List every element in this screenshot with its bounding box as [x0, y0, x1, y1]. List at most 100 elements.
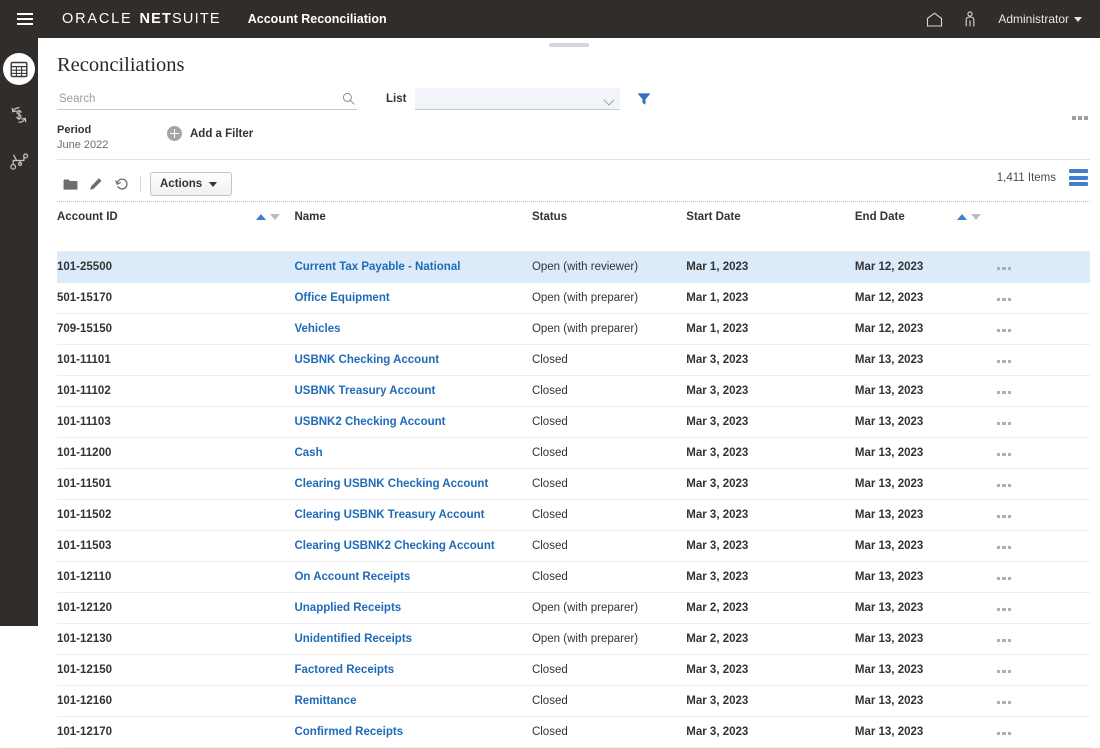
table-row[interactable]: 501-15170Office EquipmentOpen (with prep… — [57, 283, 1090, 314]
rail-item-currency-revaluation[interactable] — [0, 92, 38, 138]
table-row[interactable]: 101-12110On Account ReceiptsClosedMar 3,… — [57, 562, 1090, 593]
folder-icon[interactable] — [57, 172, 83, 196]
filter-facets-row: Period June 2022 Add a Filter — [38, 110, 1100, 159]
hamburger-menu-icon[interactable] — [6, 0, 44, 38]
rail-item-reconciliations[interactable] — [0, 46, 38, 92]
cell-account-id: 709-15150 — [57, 314, 294, 345]
row-more-horizontal-icon[interactable] — [995, 670, 1012, 674]
sort-descending-icon[interactable] — [270, 214, 280, 220]
filter-funnel-icon[interactable] — [637, 92, 651, 106]
column-header-start-date[interactable]: Start Date — [686, 202, 855, 232]
row-more-horizontal-icon[interactable] — [995, 360, 1012, 364]
reconciliation-name-link[interactable]: Current Tax Payable - National — [294, 261, 460, 273]
table-row[interactable]: 101-11101USBNK Checking AccountClosedMar… — [57, 345, 1090, 376]
reconciliation-name-link[interactable]: On Account Receipts — [294, 571, 410, 583]
row-more-horizontal-icon[interactable] — [995, 608, 1012, 612]
column-header-end-date[interactable]: End Date — [855, 202, 995, 232]
column-header-status[interactable]: Status — [532, 202, 686, 232]
cell-name: Vehicles — [294, 314, 531, 345]
reconciliation-name-link[interactable]: Vehicles — [294, 323, 340, 335]
pencil-edit-icon[interactable] — [83, 172, 109, 196]
reconciliation-name-link[interactable]: Factored Receipts — [294, 664, 394, 676]
filter-overflow-menu-icon[interactable] — [1072, 116, 1088, 120]
reconciliation-name-link[interactable]: USBNK Checking Account — [294, 354, 439, 366]
table-row[interactable]: 101-12170Confirmed ReceiptsClosedMar 3, … — [57, 717, 1090, 748]
cell-name: On Account Receipts — [294, 562, 531, 593]
list-view-icon[interactable] — [1069, 169, 1088, 186]
cell-row-menu — [995, 624, 1090, 655]
row-more-horizontal-icon[interactable] — [995, 546, 1012, 550]
add-filter-button[interactable]: Add a Filter — [167, 126, 253, 141]
row-more-horizontal-icon[interactable] — [995, 515, 1012, 519]
cell-account-id: 101-12110 — [57, 562, 294, 593]
search-input[interactable] — [57, 89, 357, 110]
reconciliation-name-link[interactable]: USBNK Treasury Account — [294, 385, 435, 397]
sort-ascending-icon[interactable] — [256, 214, 266, 220]
reconciliation-name-link[interactable]: Office Equipment — [294, 292, 389, 304]
cell-start-date: Mar 3, 2023 — [686, 345, 855, 376]
cell-name: Factored Receipts — [294, 655, 531, 686]
reconciliation-name-link[interactable]: Remittance — [294, 695, 356, 707]
row-more-horizontal-icon[interactable] — [995, 391, 1012, 395]
table-row[interactable]: 101-11103USBNK2 Checking AccountClosedMa… — [57, 407, 1090, 438]
cell-end-date: Mar 12, 2023 — [855, 314, 995, 345]
table-row[interactable]: 101-25500Current Tax Payable - NationalO… — [57, 252, 1090, 283]
column-header-account-id[interactable]: Account ID — [57, 202, 294, 232]
row-more-horizontal-icon[interactable] — [995, 701, 1012, 705]
reconciliation-name-link[interactable]: Unidentified Receipts — [294, 633, 412, 645]
cell-end-date: Mar 12, 2023 — [855, 252, 995, 283]
row-more-horizontal-icon[interactable] — [995, 639, 1012, 643]
cell-account-id: 101-12170 — [57, 717, 294, 748]
column-header-row-menu — [995, 202, 1090, 232]
table-row[interactable]: 101-12160RemittanceClosedMar 3, 2023Mar … — [57, 686, 1090, 717]
column-header-name[interactable]: Name — [294, 202, 531, 232]
table-row[interactable]: 101-11102USBNK Treasury AccountClosedMar… — [57, 376, 1090, 407]
table-row[interactable]: 101-11502Clearing USBNK Treasury Account… — [57, 500, 1090, 531]
table-row[interactable]: 101-11200CashClosedMar 3, 2023Mar 13, 20… — [57, 438, 1090, 469]
table-row[interactable]: 709-15150VehiclesOpen (with preparer)Mar… — [57, 314, 1090, 345]
row-more-horizontal-icon[interactable] — [995, 298, 1012, 302]
cell-row-menu — [995, 500, 1090, 531]
cell-account-id: 101-25500 — [57, 252, 294, 283]
refresh-undo-icon[interactable] — [109, 172, 135, 196]
table-row[interactable]: 101-11503Clearing USBNK2 Checking Accoun… — [57, 531, 1090, 562]
sort-descending-icon[interactable] — [971, 214, 981, 220]
toolbar-right-group: 1,411 Items — [997, 169, 1088, 186]
reconciliation-name-link[interactable]: Unapplied Receipts — [294, 602, 401, 614]
table-row[interactable]: 101-12150Factored ReceiptsClosedMar 3, 2… — [57, 655, 1090, 686]
cell-name: Confirmed Receipts — [294, 717, 531, 748]
cell-account-id: 101-12130 — [57, 624, 294, 655]
rail-item-balance-reconciliation[interactable] — [0, 138, 38, 184]
brand-net-text: NET — [139, 11, 172, 27]
facet-period[interactable]: Period June 2022 — [57, 123, 165, 153]
row-more-horizontal-icon[interactable] — [995, 453, 1012, 457]
table-row[interactable]: 101-12130Unidentified ReceiptsOpen (with… — [57, 624, 1090, 655]
reconciliation-name-link[interactable]: Cash — [294, 447, 322, 459]
row-more-horizontal-icon[interactable] — [995, 577, 1012, 581]
column-header-status-label: Status — [532, 211, 567, 223]
cell-status: Closed — [532, 345, 686, 376]
sort-ascending-icon[interactable] — [957, 214, 967, 220]
user-account-menu[interactable]: Administrator — [988, 12, 1090, 26]
reconciliation-name-link[interactable]: Clearing USBNK2 Checking Account — [294, 540, 494, 552]
table-row[interactable]: 101-12120Unapplied ReceiptsOpen (with pr… — [57, 593, 1090, 624]
row-more-horizontal-icon[interactable] — [995, 732, 1012, 736]
panel-drag-handle[interactable] — [549, 43, 589, 47]
cell-start-date: Mar 1, 2023 — [686, 314, 855, 345]
row-more-horizontal-icon[interactable] — [995, 422, 1012, 426]
home-icon[interactable] — [916, 0, 952, 38]
row-more-horizontal-icon[interactable] — [995, 329, 1012, 333]
row-more-horizontal-icon[interactable] — [995, 267, 1012, 271]
reconciliation-name-link[interactable]: Confirmed Receipts — [294, 726, 403, 738]
table-row[interactable]: 101-11501Clearing USBNK Checking Account… — [57, 469, 1090, 500]
list-filter-select[interactable] — [415, 88, 620, 110]
reconciliation-name-link[interactable]: Clearing USBNK Checking Account — [294, 478, 488, 490]
actions-button[interactable]: Actions — [150, 172, 232, 196]
search-and-list-row: List — [38, 77, 1100, 110]
reconciliation-name-link[interactable]: Clearing USBNK Treasury Account — [294, 509, 484, 521]
caret-down-icon — [209, 182, 217, 187]
row-more-horizontal-icon[interactable] — [995, 484, 1012, 488]
cell-status: Closed — [532, 717, 686, 748]
person-icon[interactable] — [952, 0, 988, 38]
reconciliation-name-link[interactable]: USBNK2 Checking Account — [294, 416, 445, 428]
